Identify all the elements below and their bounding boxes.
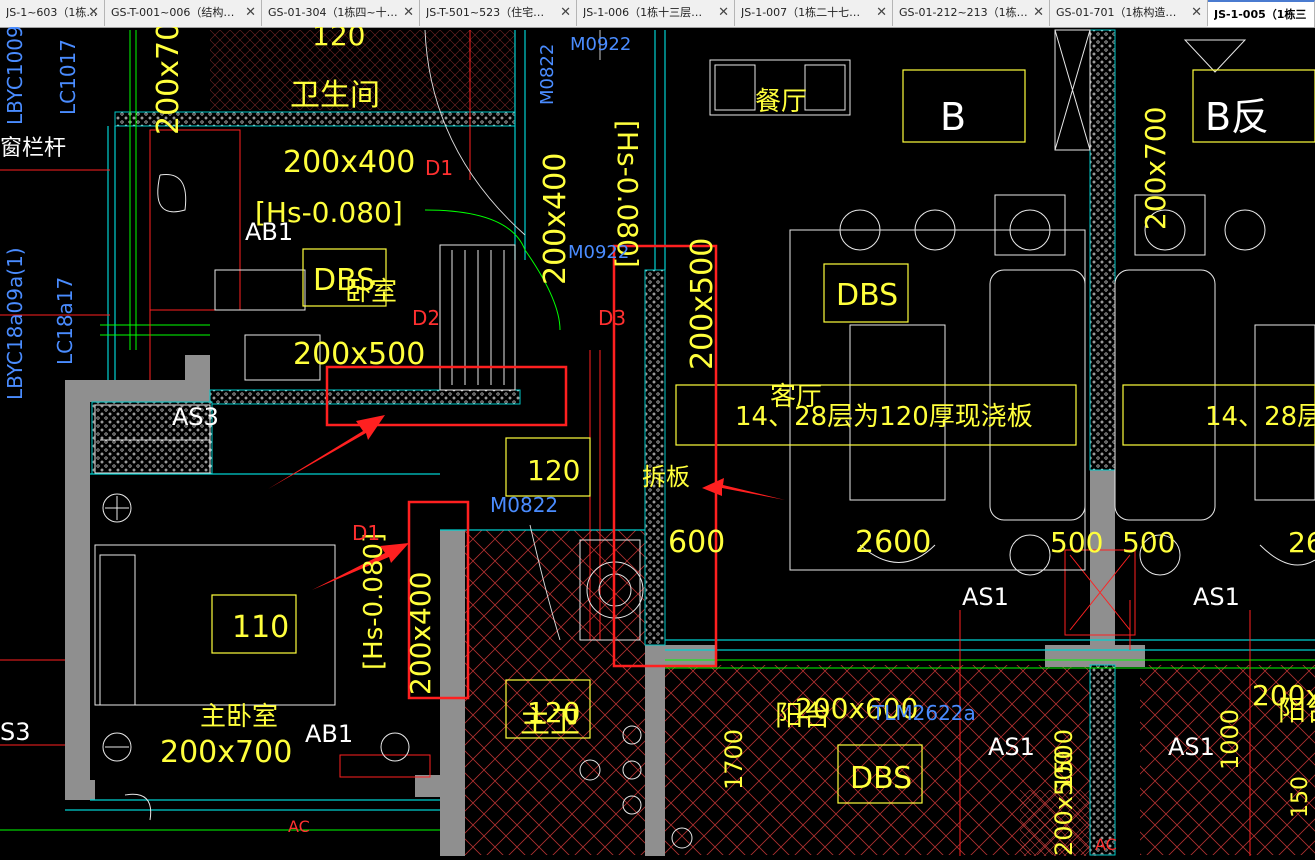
annotation: AC	[288, 817, 310, 836]
door-tag: M0922	[568, 242, 629, 263]
master-bath-floor-hatch	[465, 530, 645, 855]
tab-label: JS-T-501~523（住宅…	[426, 6, 545, 19]
tab-label: GS-01-304（1栋四~十…	[268, 6, 398, 19]
door-tag: M0822	[537, 44, 558, 105]
tab-js-1-005-active[interactable]: JS-1-005（1栋三	[1208, 0, 1315, 27]
annotation: AS1	[962, 583, 1009, 611]
close-icon[interactable]: ✕	[245, 0, 256, 26]
annotation: AB1	[245, 218, 293, 246]
close-icon[interactable]: ✕	[876, 0, 887, 26]
beam-label: 200x500	[293, 337, 425, 372]
dimension: 26	[1288, 526, 1315, 559]
floor-plan: 卫生间 卧室 主卧室 主卫 餐厅 客厅 阳台 阳台 200x400 200x50…	[0, 3, 1315, 856]
slab-tag: 120	[527, 454, 580, 487]
door-tag: D2	[412, 306, 440, 330]
annotation: 窗栏杆	[0, 136, 66, 161]
dbs-tag: DBS	[313, 263, 375, 298]
drawing-tab-bar: JS-1~603（1栋… ✕ GS-T-001~006（结构… ✕ GS-01-30…	[0, 0, 1315, 28]
door-tag: D1	[425, 156, 453, 180]
door-tag: M0922	[570, 34, 631, 55]
tab-gs-01-701[interactable]: GS-01-701（1栋构造… ✕	[1050, 0, 1208, 26]
close-icon[interactable]: ✕	[560, 0, 571, 26]
dbs-tag: DBS	[850, 761, 912, 796]
dimension: 1700	[720, 729, 748, 790]
annotation: AS1	[1193, 583, 1240, 611]
dimension: 500	[1050, 526, 1103, 559]
annotation: LBYC18a09a(1)	[3, 247, 27, 400]
tab-js-t-501[interactable]: JS-T-501~523（住宅… ✕	[420, 0, 577, 26]
column-tag: B反	[1205, 95, 1269, 139]
slab-tag: 120	[527, 696, 580, 729]
slab-note: 14、28层为120厚现浇板	[735, 402, 1033, 432]
annotation: AC	[1095, 835, 1117, 854]
close-icon[interactable]: ✕	[88, 0, 99, 26]
tab-label: JS-1~603（1栋…	[6, 6, 98, 19]
annotation: S3	[0, 718, 31, 746]
tab-label: GS-T-001~006（结构…	[111, 6, 235, 19]
dbs-tag: DBS	[836, 278, 898, 313]
door-tag: TLM2622a	[871, 701, 976, 725]
annotation: AS3	[172, 403, 219, 431]
tab-label: JS-1-006（1栋十三层…	[583, 6, 703, 19]
cad-drawing-canvas[interactable]: 卫生间 卧室 主卧室 主卫 餐厅 客厅 阳台 阳台 200x400 200x50…	[0, 3, 1315, 856]
tab-gs-t-001[interactable]: GS-T-001~006（结构… ✕	[105, 0, 262, 26]
beam-label-highlighted: 200x500	[685, 238, 720, 370]
annotation: AS1	[1168, 733, 1215, 761]
remove-slab-note: 拆板	[642, 463, 690, 491]
tab-js-1-006[interactable]: JS-1-006（1栋十三层… ✕	[577, 0, 735, 26]
tab-label: JS-1-005（1栋三	[1214, 8, 1307, 21]
slab-tag: 120	[312, 27, 365, 52]
dimension: 600	[668, 525, 725, 560]
beam-label: 200x700	[1252, 679, 1315, 712]
tab-gs-01-212[interactable]: GS-01-212~213（1栋… ✕	[893, 0, 1050, 26]
room-bathroom: 卫生间	[290, 78, 380, 113]
room-dining: 餐厅	[755, 87, 807, 117]
slab-tag: 110	[232, 610, 289, 645]
dimension: 500	[1122, 526, 1175, 559]
close-icon[interactable]: ✕	[1033, 0, 1044, 26]
close-icon[interactable]: ✕	[403, 0, 414, 26]
tab-label: GS-01-212~213（1栋…	[899, 6, 1028, 19]
room-master-bedroom: 主卧室	[200, 702, 278, 732]
tab-label: GS-01-701（1栋构造…	[1056, 6, 1177, 19]
dimension: 1000	[1216, 709, 1244, 770]
annotation: AB1	[305, 720, 353, 748]
beam-label: 200x700	[160, 735, 292, 770]
slab-note: 14、28层为	[1205, 402, 1315, 432]
door-tag: D1	[352, 521, 380, 545]
door-tag: M0822	[490, 493, 558, 517]
beam-label: 200x700	[151, 27, 186, 135]
door-tag: D3	[598, 306, 626, 330]
dimension: 150	[1288, 776, 1313, 818]
tab-js-1-007[interactable]: JS-1-007（1栋二十七… ✕	[735, 0, 893, 26]
column-tag: B	[940, 95, 966, 139]
beam-label: 200x400	[538, 153, 573, 285]
annotation: AS1	[988, 733, 1035, 761]
beam-label: 200x400	[283, 145, 415, 180]
close-icon[interactable]: ✕	[1191, 0, 1202, 26]
beam-label-highlighted: 200x400	[404, 572, 437, 695]
beam-label: 200x700	[1139, 107, 1172, 230]
tab-gs-01-304[interactable]: GS-01-304（1栋四~十… ✕	[262, 0, 420, 26]
tab-js-1-603[interactable]: JS-1~603（1栋… ✕	[0, 0, 105, 26]
tab-label: JS-1-007（1栋二十七…	[741, 6, 861, 19]
annotation: LC1017	[56, 39, 80, 115]
annotation: LBYC1009	[3, 27, 27, 125]
elevation-label: [Hs-0.080]	[359, 533, 389, 670]
dimension: 1500	[1050, 729, 1078, 790]
close-icon[interactable]: ✕	[718, 0, 729, 26]
annotation: LC18a17	[53, 277, 77, 365]
dimension: 2600	[855, 525, 931, 560]
